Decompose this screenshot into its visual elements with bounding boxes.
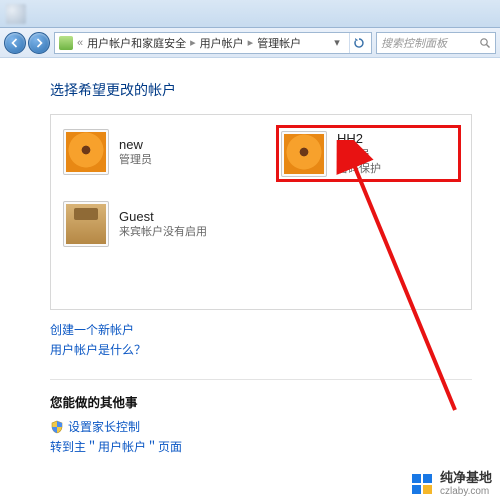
- breadcrumb-seg-3[interactable]: 管理帐户: [257, 35, 301, 51]
- search-input[interactable]: 搜索控制面板: [376, 32, 496, 54]
- watermark-logo-icon: [410, 472, 434, 496]
- account-list: new 管理员 HH2 管理员 密码保护 Guest 来宾帐户没有启用: [50, 114, 472, 310]
- control-panel-icon: [59, 36, 73, 50]
- watermark: 纯净基地 czlaby.com: [410, 471, 492, 497]
- briefcase-icon: [66, 204, 106, 244]
- link-main-user-accounts[interactable]: 转到主＂用户帐户＂页面: [50, 437, 182, 457]
- spacer: [61, 191, 461, 195]
- account-status: 来宾帐户没有启用: [119, 225, 207, 240]
- other-actions-title: 您能做的其他事: [50, 392, 500, 411]
- breadcrumb-seg-2[interactable]: 用户帐户: [200, 35, 244, 51]
- flower-icon: [284, 134, 324, 174]
- breadcrumb-seg-1[interactable]: 用户帐户和家庭安全: [87, 35, 186, 51]
- avatar: [63, 201, 109, 247]
- divider: [50, 379, 472, 380]
- account-password-status: 密码保护: [337, 162, 381, 177]
- account-name: new: [119, 136, 152, 154]
- chevron-right-icon: ▸: [190, 36, 196, 49]
- window-icon: [6, 4, 26, 24]
- account-item-guest[interactable]: Guest 来宾帐户没有启用: [61, 199, 246, 249]
- avatar: [63, 129, 109, 175]
- search-placeholder: 搜索控制面板: [381, 35, 447, 51]
- account-name: HH2: [337, 130, 381, 148]
- window-titlebar: [0, 0, 500, 28]
- nav-toolbar: « 用户帐户和家庭安全 ▸ 用户帐户 ▸ 管理帐户 ▾ 搜索控制面板: [0, 28, 500, 58]
- account-name: Guest: [119, 208, 207, 226]
- search-icon: [479, 37, 491, 49]
- refresh-button[interactable]: [349, 33, 367, 53]
- link-what-is-account[interactable]: 用户帐户是什么？: [50, 340, 500, 360]
- primary-links: 创建一个新帐户 用户帐户是什么？: [50, 320, 500, 371]
- other-actions: 您能做的其他事 设置家长控制 转到主＂用户帐户＂页面: [50, 392, 500, 458]
- link-parental-controls[interactable]: 设置家长控制: [68, 417, 140, 437]
- shield-icon: [50, 420, 64, 434]
- watermark-title: 纯净基地: [440, 471, 492, 486]
- page-title: 选择希望更改的帐户: [50, 80, 472, 100]
- back-button[interactable]: [4, 32, 26, 54]
- account-role: 管理员: [337, 148, 381, 163]
- breadcrumb-dropdown-button[interactable]: ▾: [329, 33, 345, 53]
- flower-icon: [66, 132, 106, 172]
- breadcrumb[interactable]: « 用户帐户和家庭安全 ▸ 用户帐户 ▸ 管理帐户 ▾: [54, 32, 372, 54]
- link-create-account[interactable]: 创建一个新帐户: [50, 320, 500, 340]
- chevron-right-icon: ▸: [248, 36, 254, 49]
- avatar: [281, 131, 327, 177]
- account-item-new[interactable]: new 管理员: [61, 127, 246, 177]
- chevron-left-icon: «: [77, 37, 83, 49]
- forward-button[interactable]: [28, 32, 50, 54]
- account-item-hh2[interactable]: HH2 管理员 密码保护: [276, 125, 461, 182]
- content-area: 选择希望更改的帐户 new 管理员 HH2 管理员 密码保护 Guest 来宾帐…: [0, 58, 500, 310]
- watermark-url: czlaby.com: [440, 486, 492, 498]
- account-role: 管理员: [119, 153, 152, 168]
